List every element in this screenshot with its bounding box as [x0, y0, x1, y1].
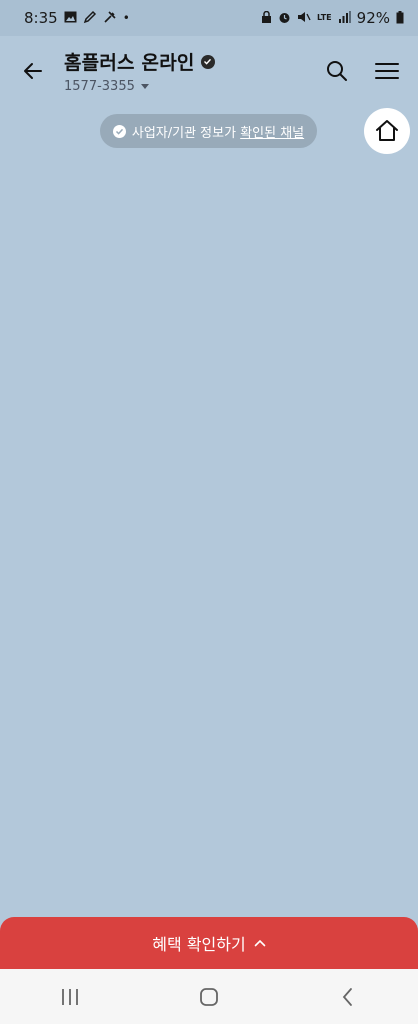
verified-badge-icon	[200, 54, 215, 69]
lte-icon: LTE	[316, 13, 332, 22]
gallery-icon	[64, 11, 77, 25]
menu-button[interactable]	[372, 56, 402, 86]
battery-percent: 92%	[356, 9, 390, 27]
back-nav-button[interactable]	[318, 977, 378, 1017]
dot-icon: •	[122, 11, 130, 25]
verified-channel-notice: 사업자/기관 정보가 확인된 채널	[100, 114, 317, 148]
chevron-down-icon	[140, 84, 149, 89]
signal-icon	[338, 11, 351, 25]
status-left: 8:35 •	[24, 9, 130, 27]
back-button[interactable]	[16, 54, 50, 88]
battery-icon	[396, 10, 404, 26]
channel-info[interactable]: 홈플러스 온라인 1577-3355	[64, 48, 322, 94]
check-circle-icon	[112, 124, 126, 138]
lock-icon	[261, 10, 272, 26]
home-nav-icon	[200, 987, 218, 1006]
verified-channel-link[interactable]: 확인된 채널	[240, 126, 304, 141]
home-nav-button[interactable]	[179, 977, 239, 1017]
mute-icon	[297, 11, 311, 25]
benefit-cta-button[interactable]: 혜택 확인하기	[0, 917, 418, 969]
recent-apps-icon	[61, 988, 78, 1005]
home-button[interactable]	[364, 108, 410, 154]
pencil-icon	[83, 10, 97, 26]
system-nav-bar	[0, 969, 418, 1024]
tools-icon	[103, 10, 117, 26]
search-icon	[327, 61, 347, 81]
status-bar: 8:35 • LTE 92%	[0, 0, 418, 36]
back-nav-icon	[343, 987, 353, 1006]
status-right: LTE 92%	[261, 9, 404, 27]
status-time: 8:35	[24, 9, 58, 27]
alarm-icon	[278, 11, 291, 26]
header-actions	[322, 56, 402, 86]
channel-title: 홈플러스 온라인	[64, 52, 195, 74]
recent-apps-button[interactable]	[40, 977, 100, 1017]
hamburger-menu-icon	[375, 63, 399, 79]
cta-label: 혜택 확인하기	[152, 935, 246, 954]
title-row: 홈플러스 온라인	[64, 48, 322, 75]
verified-notice-text: 사업자/기관 정보가 확인된 채널	[132, 122, 304, 141]
chevron-up-icon	[254, 939, 266, 947]
back-arrow-icon	[24, 63, 42, 79]
home-icon	[376, 120, 398, 141]
chat-header: 홈플러스 온라인 1577-3355	[0, 36, 418, 106]
phone-row[interactable]: 1577-3355	[64, 79, 322, 94]
verified-notice-prefix: 사업자/기관 정보가	[131, 125, 241, 141]
search-button[interactable]	[322, 56, 352, 86]
channel-phone: 1577-3355	[64, 79, 135, 94]
